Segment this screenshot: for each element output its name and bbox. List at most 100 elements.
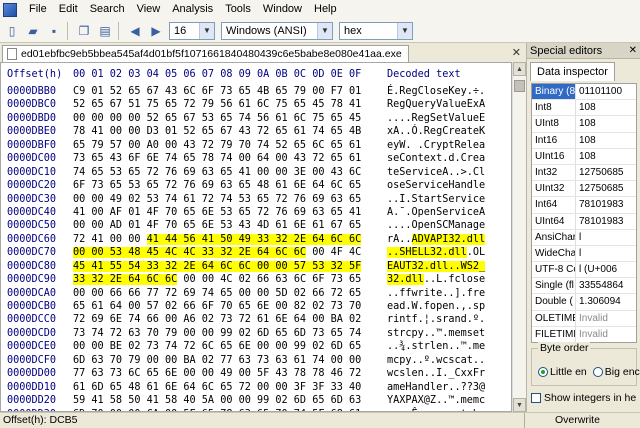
- row-decoded[interactable]: É.RegCloseKey.÷.: [387, 85, 507, 98]
- hex-row[interactable]: 0000DCB0 65 61 64 00 57 02 66 6F 70 65 6E…: [1, 300, 511, 313]
- close-icon[interactable]: ✕: [629, 43, 637, 59]
- menu-edit[interactable]: Edit: [53, 0, 84, 19]
- row-bytes[interactable]: 33 32 2E 64 6C 6C 00 00 4C 02 66 63 6C 6…: [73, 273, 387, 286]
- inspector-value[interactable]: 78101983: [576, 214, 632, 229]
- row-decoded[interactable]: teServiceA..>.Cl: [387, 166, 507, 179]
- inspector-value[interactable]: 12750685: [576, 165, 632, 180]
- row-bytes[interactable]: 77 63 73 6C 65 6E 00 00 49 00 5F 43 78 7…: [73, 367, 387, 380]
- scroll-down-icon[interactable]: ▼: [513, 398, 526, 412]
- tab-data-inspector[interactable]: Data inspector: [530, 62, 615, 81]
- hex-row[interactable]: 0000DCD0 73 74 72 63 70 79 00 00 99 02 6D…: [1, 327, 511, 340]
- inspector-value[interactable]: 108: [576, 100, 632, 115]
- hex-row[interactable]: 0000DBE0 78 41 00 00 D3 01 52 65 67 43 72…: [1, 125, 511, 138]
- show-integers-hex-checkbox[interactable]: Show integers in he: [531, 392, 636, 404]
- row-decoded[interactable]: ead.W.fopen.‚.sp: [387, 300, 507, 313]
- row-bytes[interactable]: 00 00 53 48 45 4C 4C 33 32 2E 64 6C 6C 0…: [73, 246, 387, 259]
- inspector-value[interactable]: l: [576, 246, 632, 261]
- row-bytes[interactable]: 72 41 00 00 41 44 56 41 50 49 33 32 2E 6…: [73, 233, 387, 246]
- row-decoded[interactable]: wcslen..I._CxxFr: [387, 367, 507, 380]
- hex-row[interactable]: 0000DC80 45 41 55 54 33 32 2E 64 6C 6C 00…: [1, 260, 511, 273]
- inspector-row[interactable]: UInt8 108: [532, 116, 636, 133]
- inspector-row[interactable]: UInt32 12750685: [532, 181, 636, 198]
- inspector-value[interactable]: Invalid: [576, 311, 632, 326]
- menu-analysis[interactable]: Analysis: [166, 0, 219, 19]
- copy-icon[interactable]: ❐: [75, 23, 93, 39]
- hex-row[interactable]: 0000DCC0 72 69 6E 74 66 00 A6 02 73 72 61…: [1, 313, 511, 326]
- row-bytes[interactable]: 52 65 67 51 75 65 72 79 56 61 6C 75 65 4…: [73, 98, 387, 111]
- row-bytes[interactable]: 59 41 58 50 41 58 40 5A 00 00 99 02 6D 6…: [73, 394, 387, 407]
- inspector-row[interactable]: UInt16 108: [532, 148, 636, 165]
- row-decoded[interactable]: RegQueryValueExA: [387, 98, 507, 111]
- row-bytes[interactable]: 00 00 49 02 53 74 61 72 74 53 65 72 76 6…: [73, 193, 387, 206]
- hex-row[interactable]: 0000DBC0 52 65 67 51 75 65 72 79 56 61 6C…: [1, 98, 511, 111]
- row-bytes[interactable]: 65 79 57 00 A0 00 43 72 79 70 74 52 65 6…: [73, 139, 387, 152]
- row-bytes[interactable]: 65 61 64 00 57 02 66 6F 70 65 6E 00 82 0…: [73, 300, 387, 313]
- row-bytes[interactable]: 61 6D 65 48 61 6E 64 6C 65 72 00 00 3F 3…: [73, 381, 387, 394]
- hex-row[interactable]: 0000DC50 00 00 AD 01 4F 70 65 6E 53 43 4D…: [1, 219, 511, 232]
- inspector-value[interactable]: 12750685: [576, 181, 632, 196]
- row-bytes[interactable]: 45 41 55 54 33 32 2E 64 6C 6C 00 00 57 5…: [73, 260, 387, 273]
- row-bytes[interactable]: 00 00 00 00 52 65 67 53 65 74 56 61 6C 7…: [73, 112, 387, 125]
- new-file-icon[interactable]: ▯: [3, 23, 21, 39]
- row-bytes[interactable]: 78 41 00 00 D3 01 52 65 67 43 72 65 61 7…: [73, 125, 387, 138]
- row-bytes[interactable]: 73 74 72 63 70 79 00 00 99 02 6D 65 6D 7…: [73, 327, 387, 340]
- hex-row[interactable]: 0000DC20 6F 73 65 53 65 72 76 69 63 65 48…: [1, 179, 511, 192]
- row-decoded[interactable]: xA..Ó.RegCreateK: [387, 125, 507, 138]
- menu-tools[interactable]: Tools: [219, 0, 257, 19]
- hex-row[interactable]: 0000DC10 74 65 53 65 72 76 69 63 65 41 00…: [1, 166, 511, 179]
- row-decoded[interactable]: ....OpenSCManage: [387, 219, 507, 232]
- row-bytes[interactable]: 6D 63 70 79 00 00 BA 02 77 63 73 63 61 7…: [73, 354, 387, 367]
- inspector-row[interactable]: UInt64 78101983: [532, 213, 636, 230]
- inspector-value[interactable]: 108: [576, 133, 632, 148]
- inspector-row[interactable]: OLETIME Invalid: [532, 310, 636, 327]
- inspector-row[interactable]: Binary (8 01101100: [532, 84, 636, 101]
- row-decoded[interactable]: ..I.StartService: [387, 193, 507, 206]
- hex-row[interactable]: 0000DD00 77 63 73 6C 65 6E 00 00 49 00 5F…: [1, 367, 511, 380]
- row-decoded[interactable]: oseServiceHandle: [387, 179, 507, 192]
- mode-select[interactable]: hex ▼: [339, 21, 413, 40]
- inspector-row[interactable]: WideChar l: [532, 245, 636, 263]
- row-decoded[interactable]: EAUT32.dll..WS2_: [387, 260, 507, 273]
- row-decoded[interactable]: YAXPAX@Z..™.memc: [387, 394, 507, 407]
- inspector-row[interactable]: Int8 108: [532, 100, 636, 117]
- inspector-value[interactable]: l (U+006: [576, 262, 632, 277]
- hex-row[interactable]: 0000DC00 73 65 43 6F 6E 74 65 78 74 00 64…: [1, 152, 511, 165]
- save-icon[interactable]: ▪: [45, 23, 63, 39]
- menu-search[interactable]: Search: [84, 0, 131, 19]
- row-decoded[interactable]: rA..ADVAPI32.dll: [387, 233, 507, 246]
- inspector-row[interactable]: Int16 108: [532, 132, 636, 149]
- inspector-value[interactable]: 33554864: [576, 278, 632, 293]
- hex-row[interactable]: 0000DC70 00 00 53 48 45 4C 4C 33 32 2E 64…: [1, 246, 511, 259]
- hex-row[interactable]: 0000DCE0 00 00 BE 02 73 74 72 6C 65 6E 00…: [1, 340, 511, 353]
- row-decoded[interactable]: ..ffwrite..].fre: [387, 287, 507, 300]
- charset-select[interactable]: Windows (ANSI) ▼: [221, 21, 333, 40]
- row-decoded[interactable]: 32.dll..L.fclose: [387, 273, 507, 286]
- inspector-value[interactable]: 108: [576, 149, 632, 164]
- row-bytes[interactable]: C9 01 52 65 67 43 6C 6F 73 65 4B 65 79 0…: [73, 85, 387, 98]
- row-bytes[interactable]: 72 69 6E 74 66 00 A6 02 73 72 61 6E 64 0…: [73, 313, 387, 326]
- menu-window[interactable]: Window: [257, 0, 308, 19]
- hex-row[interactable]: 0000DCA0 00 00 66 66 77 72 69 74 65 00 00…: [1, 287, 511, 300]
- row-decoded[interactable]: rintf.¦.srand.º.: [387, 313, 507, 326]
- row-decoded[interactable]: A.¯.OpenServiceA: [387, 206, 507, 219]
- row-decoded[interactable]: ..¾.strlen..™.me: [387, 340, 507, 353]
- row-bytes[interactable]: 41 00 AF 01 4F 70 65 6E 53 65 72 76 69 6…: [73, 206, 387, 219]
- open-folder-icon[interactable]: ▰: [24, 23, 42, 39]
- hex-row[interactable]: 0000DBB0 C9 01 52 65 67 43 6C 6F 73 65 4B…: [1, 85, 511, 98]
- row-decoded[interactable]: seContext.d.Crea: [387, 152, 507, 165]
- hex-row[interactable]: 0000DC40 41 00 AF 01 4F 70 65 6E 53 65 72…: [1, 206, 511, 219]
- hex-row[interactable]: 0000DC90 33 32 2E 64 6C 6C 00 00 4C 02 66…: [1, 273, 511, 286]
- hex-row[interactable]: 0000DD20 59 41 58 50 41 58 40 5A 00 00 99…: [1, 394, 511, 407]
- close-icon[interactable]: ✕: [512, 46, 521, 59]
- row-bytes[interactable]: 6F 73 65 53 65 72 76 69 63 65 48 61 6E 6…: [73, 179, 387, 192]
- row-decoded[interactable]: eyW. .CryptRelea: [387, 139, 507, 152]
- inspector-value[interactable]: 78101983: [576, 197, 632, 212]
- inspector-row[interactable]: AnsiChar l: [532, 229, 636, 246]
- row-bytes[interactable]: 00 00 AD 01 4F 70 65 6E 53 43 4D 61 6E 6…: [73, 219, 387, 232]
- row-decoded[interactable]: ameHandler..??3@: [387, 381, 507, 394]
- big-endian-option[interactable]: Big enc: [592, 366, 640, 378]
- inspector-value[interactable]: 1.306094: [576, 294, 632, 309]
- row-decoded[interactable]: mcpy..º.wcscat..: [387, 354, 507, 367]
- inspector-row[interactable]: Double (1.306094: [532, 294, 636, 311]
- inspector-value[interactable]: 108: [576, 116, 632, 131]
